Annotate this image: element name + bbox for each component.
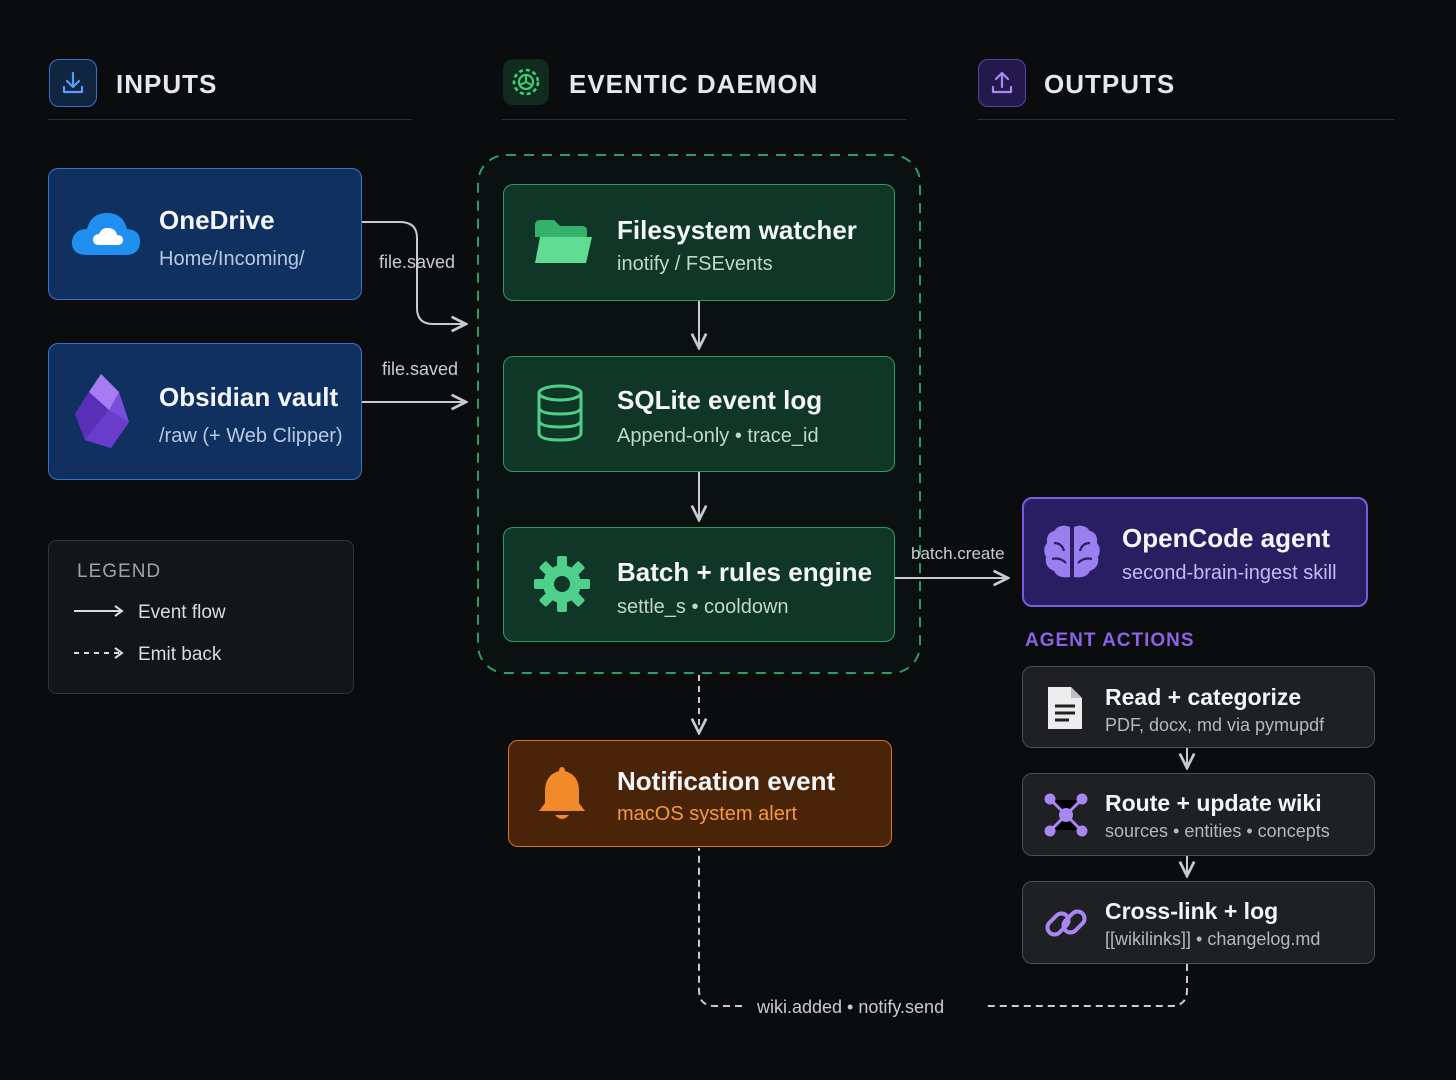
inputs-section-icon [49, 59, 97, 107]
link-icon [1045, 909, 1087, 937]
opencode-agent-card[interactable]: OpenCode agent second-brain-ingest skill [1022, 497, 1368, 607]
edge-onedrive-to-daemon [362, 221, 466, 324]
gear-icon [534, 556, 590, 612]
eventlog-subtitle: Append-only • trace_id [617, 425, 819, 447]
watcher-title: Filesystem watcher [617, 215, 857, 245]
onedrive-card[interactable]: OneDrive Home/Incoming/ [48, 168, 362, 300]
onedrive-title: OneDrive [159, 205, 275, 235]
bell-icon [539, 767, 585, 819]
legend-box: LEGEND Event flow Emit back [48, 540, 354, 694]
daemon-divider [502, 119, 906, 120]
legend-event-flow-label: Event flow [138, 602, 226, 623]
rules-title: Batch + rules engine [617, 557, 873, 587]
obsidian-title: Obsidian vault [159, 382, 339, 412]
onedrive-subtitle: Home/Incoming/ [159, 248, 305, 270]
brain-icon [1044, 525, 1100, 578]
rules-subtitle: settle_s • cooldown [617, 596, 789, 618]
obsidian-card[interactable]: Obsidian vault /raw (+ Web Clipper) [48, 343, 362, 480]
legend-solid-arrow [74, 605, 124, 617]
cloud-icon [71, 213, 141, 255]
agent-title: OpenCode agent [1122, 523, 1331, 553]
obsidian-edge-label: file.saved [382, 359, 459, 379]
emit-back-edge-label: wiki.added • notify.send [757, 997, 945, 1017]
download-icon [62, 71, 84, 94]
network-icon [1044, 793, 1088, 837]
action-cross-link-card[interactable]: Cross-link + log [[wikilinks]] • changel… [1022, 881, 1375, 964]
watcher-subtitle: inotify / FSEvents [617, 253, 773, 275]
rules-engine-card[interactable]: Batch + rules engine settle_s • cooldown [503, 527, 895, 642]
action-3-title: Cross-link + log [1105, 898, 1279, 924]
agent-subtitle: second-brain-ingest skill [1122, 562, 1337, 584]
folder-icon [535, 220, 592, 263]
action-read-categorize-card[interactable]: Read + categorize PDF, docx, md via pymu… [1022, 666, 1375, 748]
notification-title: Notification event [617, 766, 836, 796]
notification-event-card[interactable]: Notification event macOS system alert [508, 740, 892, 847]
outputs-divider [977, 119, 1394, 120]
inputs-section-title: INPUTS [116, 69, 218, 99]
obsidian-subtitle: /raw (+ Web Clipper) [159, 425, 343, 447]
upload-icon [991, 71, 1013, 94]
onedrive-edge-label: file.saved [379, 252, 456, 272]
database-icon [537, 384, 583, 442]
batch-edge-label: batch.create [911, 544, 1005, 563]
action-route-update-card[interactable]: Route + update wiki sources • entities •… [1022, 773, 1375, 856]
action-2-subtitle: sources • entities • concepts [1105, 821, 1330, 841]
sqlite-event-log-card[interactable]: SQLite event log Append-only • trace_id [503, 356, 895, 472]
gear-cycle-icon [512, 68, 540, 96]
daemon-section-icon [503, 59, 549, 105]
edge-emit-back-left [698, 848, 742, 1007]
action-1-subtitle: PDF, docx, md via pymupdf [1105, 715, 1325, 735]
outputs-section-title: OUTPUTS [1044, 69, 1176, 99]
action-2-title: Route + update wiki [1105, 790, 1322, 816]
inputs-divider [48, 119, 412, 120]
legend-emit-back-label: Emit back [138, 644, 222, 665]
obsidian-gem-icon [75, 374, 129, 448]
daemon-section-title: EVENTIC DAEMON [569, 69, 819, 99]
action-1-title: Read + categorize [1105, 684, 1302, 710]
notification-subtitle: macOS system alert [617, 803, 798, 825]
legend-dashed-arrow [74, 647, 124, 659]
edge-emit-back-right [985, 964, 1188, 1007]
document-icon [1048, 687, 1082, 729]
legend-title: LEGEND [77, 561, 162, 582]
filesystem-watcher-card[interactable]: Filesystem watcher inotify / FSEvents [503, 184, 895, 301]
outputs-section-icon [978, 59, 1026, 107]
action-3-subtitle: [[wikilinks]] • changelog.md [1105, 929, 1321, 949]
eventlog-title: SQLite event log [617, 385, 823, 415]
agent-actions-heading: AGENT ACTIONS [1025, 630, 1195, 651]
